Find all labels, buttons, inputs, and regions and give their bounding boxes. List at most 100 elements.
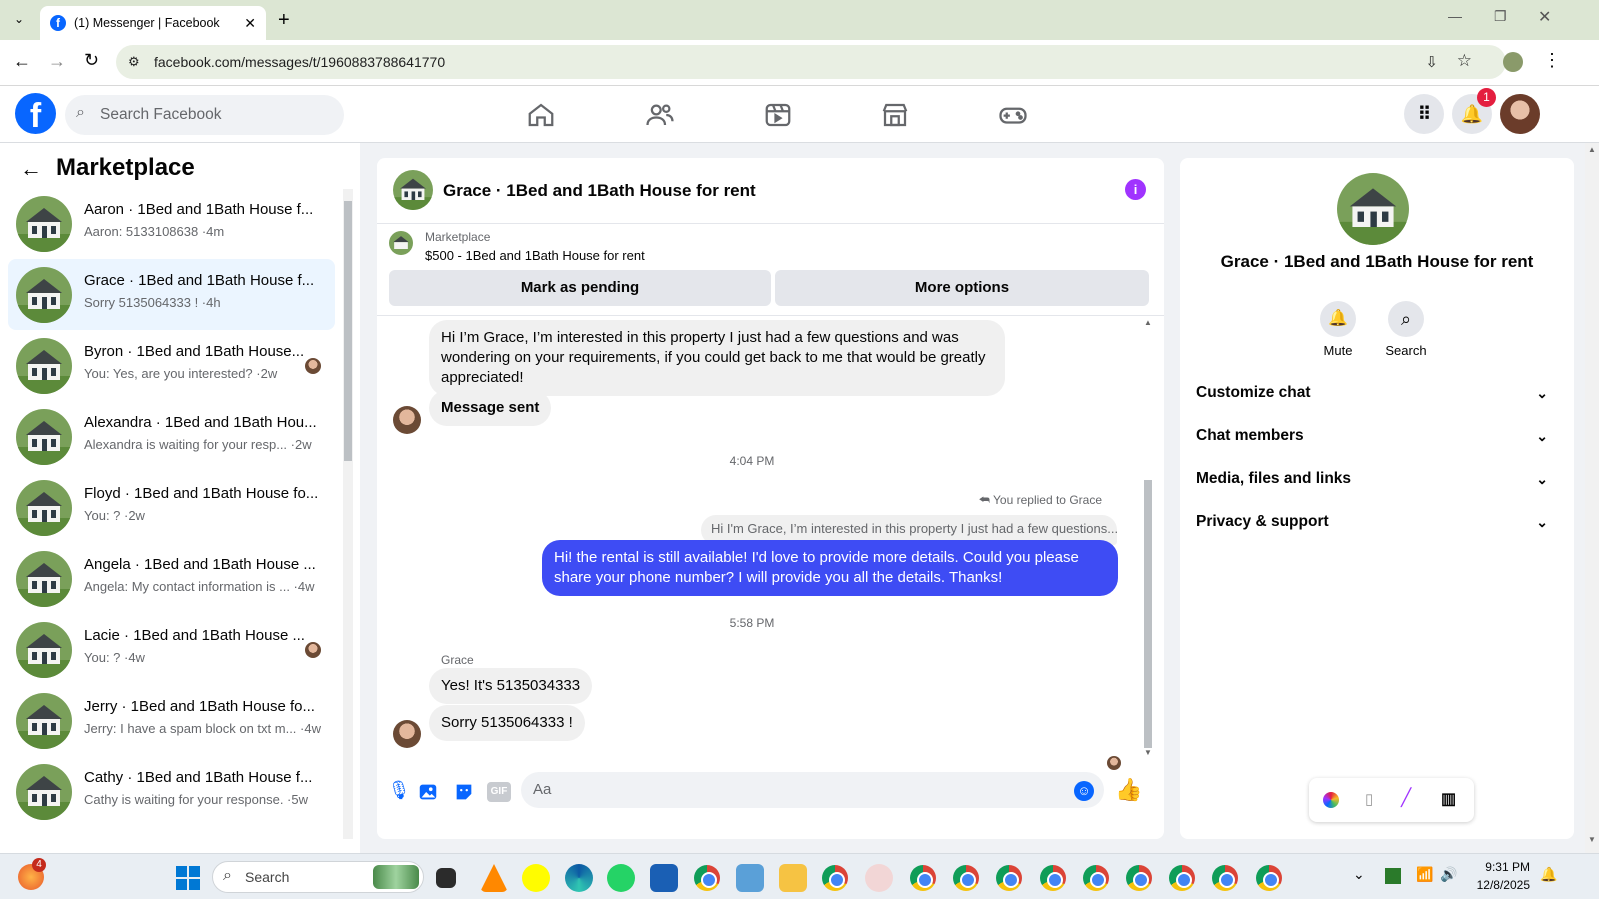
facebook-logo[interactable]: f [15, 93, 56, 134]
chrome-profile-icon[interactable] [1083, 865, 1109, 891]
chat-header-avatar[interactable] [393, 170, 433, 210]
page-scroll-down-icon[interactable]: ▼ [1588, 835, 1596, 844]
details-section-2[interactable]: Media, files and links ⌄ [1196, 459, 1556, 499]
chrome-profile-icon[interactable] [953, 865, 979, 891]
pen-icon[interactable]: ╱ [1401, 788, 1411, 808]
listing-title[interactable]: $500 - 1Bed and 1Bath House for rent [425, 248, 645, 263]
forward-icon[interactable]: → [48, 51, 66, 72]
clock-time[interactable]: 9:31 PM [1470, 860, 1530, 874]
reload-icon[interactable]: ↻ [84, 50, 99, 71]
tray-app-icon[interactable] [1385, 868, 1401, 884]
like-thumb-icon[interactable]: 👍 [1115, 777, 1142, 803]
chat-scrollbar[interactable]: ▲ ▼ [1142, 318, 1154, 758]
chrome-profile-icon[interactable] [1126, 865, 1152, 891]
conversation-item[interactable]: Grace · 1Bed and 1Bath House f... Sorry 5… [8, 259, 335, 330]
browser-tab[interactable]: f (1) Messenger | Facebook ✕ [40, 6, 266, 40]
scroll-down-arrow-icon[interactable]: ▼ [1144, 748, 1152, 757]
home-icon[interactable] [526, 100, 556, 130]
close-window-icon[interactable]: ✕ [1538, 7, 1551, 27]
chat-scroll-thumb[interactable] [1144, 480, 1152, 748]
details-section-3[interactable]: Privacy & support ⌄ [1196, 502, 1556, 542]
gif-icon[interactable]: GIF [487, 782, 511, 802]
message-sent-bubble[interactable]: Message sent [429, 390, 552, 426]
grace-first-message[interactable]: Hi I’m Grace, I’m interested in this pro… [429, 320, 1005, 396]
windows-start-icon[interactable] [176, 866, 200, 890]
chrome-profile-icon[interactable] [1256, 865, 1282, 891]
vlc-icon[interactable] [480, 864, 508, 892]
microphone-icon[interactable]: 🎙 [387, 780, 411, 804]
my-reply-message[interactable]: Hi! the rental is still available! I'd l… [542, 540, 1118, 596]
chrome-profile-icon[interactable] [910, 865, 936, 891]
details-section-0[interactable]: Customize chat ⌄ [1196, 373, 1556, 413]
friends-icon[interactable] [645, 100, 675, 130]
file-explorer-icon[interactable] [779, 864, 807, 892]
site-settings-icon[interactable]: ⚙ [128, 54, 140, 70]
gaming-icon[interactable] [998, 100, 1028, 130]
sidebar-scrollbar[interactable] [343, 189, 353, 839]
close-tab-icon[interactable]: ✕ [244, 15, 256, 32]
back-icon[interactable]: ← [13, 51, 31, 72]
mute-button[interactable]: 🔔 Mute [1318, 301, 1358, 358]
account-avatar[interactable] [1500, 94, 1540, 134]
message-input[interactable]: Aa [521, 772, 1104, 808]
conversation-item[interactable]: Jerry · 1Bed and 1Bath House fo... Jerry:… [8, 685, 335, 756]
marketplace-icon[interactable] [880, 100, 910, 130]
conversation-item[interactable]: Cathy · 1Bed and 1Bath House f... Cathy i… [8, 756, 335, 827]
url-field[interactable]: ⚙ facebook.com/messages/t/19608837886417… [116, 45, 1506, 79]
conversation-item[interactable]: Lacie · 1Bed and 1Bath House ... You: ? ·… [8, 614, 335, 685]
mark-pending-button[interactable]: Mark as pending [389, 270, 771, 306]
clipboard-icon[interactable]: ▯ [1365, 790, 1373, 808]
clock-date[interactable]: 12/8/2025 [1464, 878, 1530, 892]
browser-menu-icon[interactable]: ⋮ [1543, 50, 1561, 71]
volume-icon[interactable]: 🔊 [1440, 866, 1457, 883]
restore-icon[interactable]: ❐ [1494, 8, 1507, 25]
edge-icon[interactable] [565, 864, 593, 892]
taskbar-search-box[interactable]: ⌕ Search [212, 861, 424, 893]
chrome-profile-icon[interactable] [1169, 865, 1195, 891]
new-tab-icon[interactable]: + [278, 9, 290, 32]
search-in-chat-button[interactable]: ⌕ Search [1381, 301, 1431, 358]
menu-grid-button[interactable]: ⠿ [1404, 94, 1444, 134]
scroll-up-arrow-icon[interactable]: ▲ [1144, 318, 1152, 327]
chrome-profile-icon[interactable] [1212, 865, 1238, 891]
tray-chevron-icon[interactable]: ⌄ [1353, 866, 1365, 883]
snapchat-icon[interactable] [522, 864, 550, 892]
wifi-icon[interactable]: 📶 [1416, 866, 1433, 883]
chat-title[interactable]: Grace · 1Bed and 1Bath House for rent [443, 181, 756, 201]
photo-icon[interactable] [417, 781, 439, 803]
bar-chart-icon[interactable]: ▥ [1441, 789, 1456, 809]
chrome-icon[interactable] [822, 865, 848, 891]
store-icon[interactable] [650, 864, 678, 892]
profile-icon[interactable] [1503, 52, 1523, 72]
conversation-item[interactable]: Floyd · 1Bed and 1Bath House fo... You: ?… [8, 472, 335, 543]
info-icon[interactable]: i [1125, 179, 1146, 200]
back-arrow-icon[interactable]: ← [20, 156, 42, 182]
grace-phone-message[interactable]: Yes! It's 5135034333 [429, 668, 593, 704]
app-icon[interactable] [865, 864, 893, 892]
video-icon[interactable] [763, 100, 793, 130]
page-scrollbar[interactable]: ▲ ▼ [1585, 143, 1599, 853]
emoji-icon[interactable]: ☺ [1074, 781, 1094, 801]
conversation-item[interactable]: Angela · 1Bed and 1Bath House ... Angela:… [8, 543, 335, 614]
sticker-icon[interactable] [453, 781, 475, 803]
install-app-icon[interactable]: ⇩ [1425, 53, 1438, 71]
settings-app-icon[interactable] [736, 864, 764, 892]
facebook-search-input[interactable]: ⌕ Search Facebook [65, 95, 344, 135]
chrome-profile-icon[interactable] [996, 865, 1022, 891]
details-section-1[interactable]: Chat members ⌄ [1196, 416, 1556, 456]
tab-list-dropdown-icon[interactable]: ⌄ [10, 12, 28, 30]
sidebar-scroll-thumb[interactable] [344, 201, 352, 461]
details-avatar[interactable] [1337, 173, 1409, 245]
task-view-icon[interactable] [436, 868, 456, 888]
conversation-item[interactable]: Alexandra · 1Bed and 1Bath Hou... Alexand… [8, 401, 335, 472]
minimize-icon[interactable]: — [1448, 8, 1462, 24]
notification-center-icon[interactable]: 🔔 [1540, 866, 1557, 883]
conversation-item[interactable]: Byron · 1Bed and 1Bath House... You: Yes,… [8, 330, 335, 401]
bookmark-star-icon[interactable]: ☆ [1457, 51, 1472, 71]
whatsapp-icon[interactable] [607, 864, 635, 892]
conversation-item[interactable]: Aaron · 1Bed and 1Bath House f... Aaron: … [8, 188, 335, 259]
chrome-profile-icon[interactable] [694, 865, 720, 891]
color-wheel-icon[interactable] [1323, 792, 1339, 808]
chrome-profile-icon[interactable] [1040, 865, 1066, 891]
grace-sorry-message[interactable]: Sorry 5135064333 ! [429, 705, 585, 741]
